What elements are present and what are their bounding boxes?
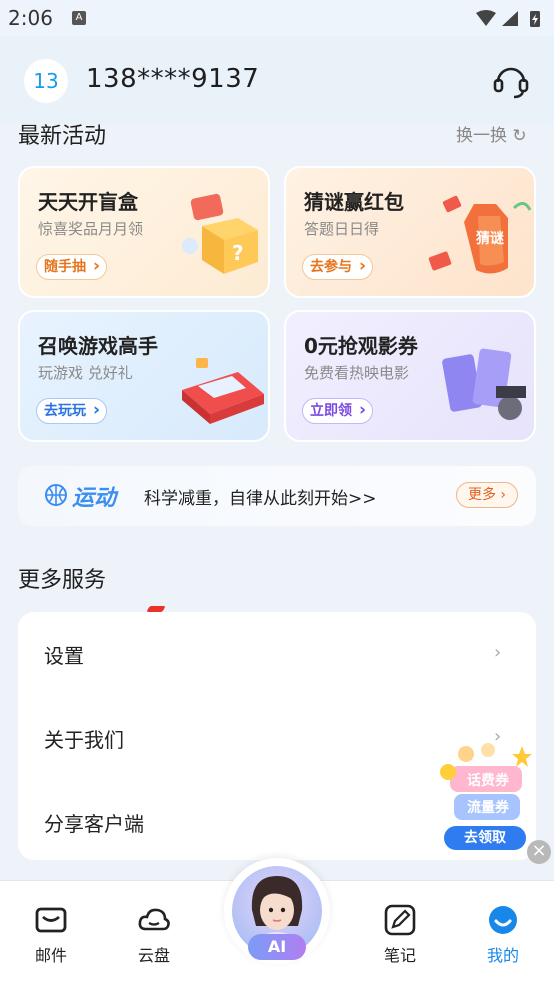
sports-banner[interactable]: 运动 科学减重，自律从此刻开始>> 更多 › bbox=[18, 466, 536, 526]
sports-more-button[interactable]: 更多 › bbox=[456, 482, 518, 508]
card-subtitle: 惊喜奖品月月领 bbox=[38, 220, 144, 238]
sports-ball-icon bbox=[45, 484, 67, 506]
refresh-label: 换一换 bbox=[456, 126, 507, 146]
coupon-claim-button[interactable]: 去领取 bbox=[444, 826, 526, 850]
refresh-button[interactable]: 换一换 ↻ bbox=[456, 121, 527, 146]
card-subtitle: 答题日日得 bbox=[304, 220, 380, 238]
close-icon[interactable]: × bbox=[527, 840, 551, 864]
card-button[interactable]: 随手抽 bbox=[36, 254, 107, 280]
headset-icon[interactable] bbox=[492, 62, 530, 100]
more-label: 更多 bbox=[467, 487, 496, 503]
wifi-icon bbox=[476, 10, 496, 26]
nav-item-cloud[interactable]: 云盘 bbox=[124, 903, 184, 966]
card-button[interactable]: 去玩玩 bbox=[36, 398, 107, 424]
section-title-activities: 最新活动 bbox=[18, 124, 107, 149]
nav-label: 邮件 bbox=[34, 946, 67, 965]
nav-item-mail[interactable]: 邮件 bbox=[21, 903, 81, 966]
game-console-icon bbox=[182, 358, 264, 424]
section-title-services: 更多服务 bbox=[18, 568, 107, 593]
note-icon bbox=[384, 904, 416, 936]
ai-badge: AI bbox=[248, 934, 306, 960]
card-title: 天天开盲盒 bbox=[38, 190, 138, 214]
svg-text:?: ? bbox=[232, 241, 244, 265]
activity-card-movie[interactable]: 0元抢观影券 免费看热映电影 立即领 bbox=[284, 310, 536, 442]
mystery-box-icon: ? bbox=[182, 193, 258, 274]
card-title: 召唤游戏高手 bbox=[38, 334, 158, 358]
nav-label: 笔记 bbox=[383, 946, 416, 965]
coupon-float[interactable]: 话费券 流量券 去领取 bbox=[436, 740, 532, 856]
riddle-image-text: 猜谜 bbox=[476, 231, 504, 247]
cloud-icon bbox=[138, 908, 170, 931]
coupon-line1: 话费券 bbox=[467, 773, 509, 789]
refresh-icon: ↻ bbox=[512, 126, 527, 146]
movie-ticket-icon bbox=[442, 348, 526, 420]
profile-icon bbox=[489, 906, 517, 934]
account-header bbox=[0, 36, 554, 124]
coupon-line2: 流量券 bbox=[467, 800, 509, 816]
card-button[interactable]: 去参与 bbox=[302, 254, 373, 280]
signal-icon bbox=[502, 11, 518, 26]
service-item-share[interactable]: 分享客户端 bbox=[44, 808, 144, 837]
mail-icon bbox=[35, 907, 67, 933]
activity-card-riddle[interactable]: 猜谜赢红包 答题日日得 去参与 猜谜 bbox=[284, 166, 536, 298]
card-title: 0元抢观影券 bbox=[304, 334, 418, 358]
avatar[interactable]: 13 bbox=[24, 59, 68, 103]
nav-item-profile[interactable]: 我的 bbox=[473, 903, 533, 966]
nav-label: 云盘 bbox=[137, 946, 170, 965]
status-time: 2:06 bbox=[8, 6, 53, 30]
notification-icon: A bbox=[72, 11, 86, 25]
sports-slogan: 科学减重，自律从此刻开始>> bbox=[144, 489, 377, 509]
chevron-right-icon: › bbox=[495, 487, 507, 503]
chevron-right-icon: › bbox=[494, 642, 502, 663]
activity-card-blind-box[interactable]: 天天开盲盒 惊喜奖品月月领 随手抽 ? bbox=[18, 166, 270, 298]
card-subtitle: 免费看热映电影 bbox=[304, 364, 410, 382]
card-subtitle: 玩游戏 兑好礼 bbox=[38, 364, 133, 382]
phone-number: 138****9137 bbox=[86, 64, 260, 94]
card-title: 猜谜赢红包 bbox=[304, 190, 404, 214]
system-status-icons bbox=[476, 10, 540, 27]
service-item-settings[interactable]: 设置 bbox=[44, 640, 84, 669]
nav-label: 我的 bbox=[486, 946, 519, 965]
card-button[interactable]: 立即领 bbox=[302, 398, 373, 424]
nav-item-notes[interactable]: 笔记 bbox=[370, 903, 430, 966]
service-item-about[interactable]: 关于我们 bbox=[44, 724, 124, 753]
activity-card-game[interactable]: 召唤游戏高手 玩游戏 兑好礼 去玩玩 bbox=[18, 310, 270, 442]
sports-logo: 运动 bbox=[72, 486, 117, 511]
